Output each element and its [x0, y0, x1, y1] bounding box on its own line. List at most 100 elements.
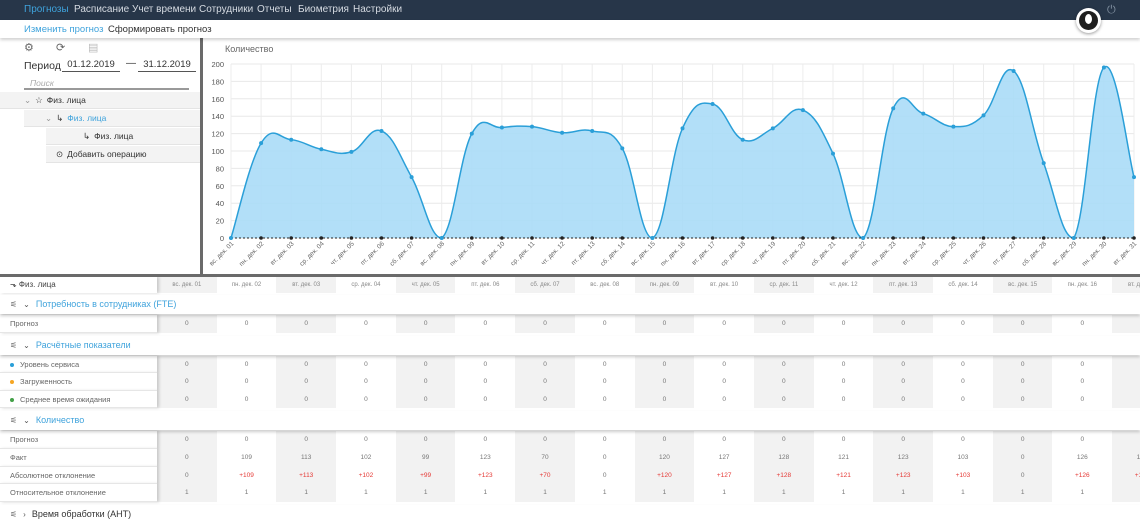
forecast-point: [1102, 236, 1106, 240]
legend-dot-icon: [10, 362, 14, 367]
table-cell: 0: [961, 395, 965, 403]
table-cell: 0: [1080, 360, 1085, 368]
search-input[interactable]: Поиск: [24, 78, 189, 90]
table-cell: 0: [873, 373, 934, 391]
nav-item[interactable]: Учет времени: [132, 4, 196, 15]
chevron-down-icon[interactable]: ⌄: [24, 95, 31, 105]
table-cell: 103: [957, 454, 969, 461]
table-cell: 0: [992, 431, 1053, 449]
table-cell: 1: [276, 484, 337, 502]
table-cell: +70: [515, 466, 575, 485]
x-tick-label: пн. дек. 16: [659, 240, 687, 268]
fact-point: [831, 151, 835, 156]
table-cell: 0: [276, 373, 337, 391]
table-cell: 0: [395, 355, 456, 374]
nav-item[interactable]: Прогнозы: [24, 4, 69, 15]
forecast-point: [259, 236, 263, 240]
y-tick-label: 40: [216, 199, 224, 208]
fact-point: [259, 141, 264, 146]
tree-item-group[interactable]: ⌄ ↳ Физ. лица: [24, 110, 200, 127]
tree-item-leaf[interactable]: ↳ Физ. лица: [46, 128, 200, 145]
table-cell: 1: [992, 484, 1053, 502]
chevron-down-icon[interactable]: ⌄: [23, 416, 30, 425]
chevron-down-icon[interactable]: ⌄: [23, 341, 30, 350]
edit-forecast-link[interactable]: Изменить прогноз: [24, 24, 103, 35]
section-header[interactable]: ⚟ ⌄ Расчётные показатели: [0, 335, 1140, 355]
fact-point: [319, 147, 324, 152]
nav-item[interactable]: Отчеты: [257, 4, 292, 15]
row-divider: [0, 372, 157, 374]
forecast-point: [289, 236, 293, 240]
nav-item[interactable]: Настройки: [353, 4, 402, 15]
table-cell: 0: [961, 378, 965, 386]
column-header: чт. дек. 05: [395, 277, 456, 293]
forecast-point: [349, 236, 354, 240]
section-header[interactable]: ⚟ ⌄ Потребность в сотрудниках (FTE): [0, 295, 1140, 314]
settings-icon[interactable]: ⚙: [24, 41, 34, 54]
row-label-text: Относительное отклонение: [10, 488, 106, 498]
chevron-down-icon[interactable]: ⌄: [23, 300, 30, 309]
table-cell: +154: [1112, 466, 1140, 485]
table-cell: 0: [483, 320, 488, 327]
nav-item[interactable]: Биометрия: [298, 4, 349, 15]
nav-item[interactable]: Расписание: [74, 4, 129, 15]
table-cell: 121: [838, 454, 849, 461]
fact-point: [349, 149, 354, 154]
fact-point: [921, 111, 926, 116]
row-divider: [0, 448, 157, 449]
x-tick-label: сб. дек. 21: [809, 239, 837, 267]
chart-toggle-icon[interactable]: ⚟: [10, 510, 17, 519]
row-divider: [0, 331, 157, 333]
table-cell: 0: [722, 436, 726, 444]
x-tick-label: вт. дек. 31: [1112, 240, 1139, 267]
forecast-point: [620, 236, 625, 240]
table-cell: 0: [602, 471, 607, 479]
x-tick-label: вс. дек. 29: [1051, 240, 1078, 267]
table-cell: 0: [364, 360, 368, 368]
table-cell: 0: [483, 360, 488, 368]
top-nav: Прогнозы Расписание Учет времени Сотрудники…: [0, 0, 1140, 20]
table-cell: 1: [483, 489, 488, 497]
table-cell: 0: [961, 436, 965, 444]
y-tick-label: 20: [216, 217, 224, 226]
date-from-input[interactable]: 01.12.2019: [62, 59, 120, 72]
tree-item-root[interactable]: ⌄ ☆ Физ. лица: [0, 92, 200, 109]
generate-forecast-link[interactable]: Сформировать прогноз: [108, 24, 212, 35]
x-tick-label: сб. дек. 28: [1020, 239, 1048, 267]
add-operation-button[interactable]: ⊙ Добавить операцию: [46, 146, 200, 163]
table-cell: 123: [479, 454, 491, 461]
chart-toggle-icon[interactable]: ⚟: [10, 341, 17, 350]
nav-item[interactable]: Сотрудники: [199, 4, 253, 15]
chart-toggle-icon[interactable]: ⚟: [10, 300, 17, 309]
table-cell: +99: [395, 466, 456, 485]
save-icon[interactable]: ▤: [88, 41, 98, 54]
table-cell: +109: [239, 471, 254, 479]
table-cell: 0: [992, 315, 1053, 333]
row-label-text: Уровень сервиса: [20, 359, 80, 369]
date-to-input[interactable]: 31.12.2019: [138, 59, 196, 72]
forecast-point: [951, 236, 956, 240]
logout-icon[interactable]: ⏻: [1107, 4, 1116, 17]
chevron-down-icon[interactable]: ⌄: [45, 113, 52, 123]
forecast-point: [831, 236, 835, 240]
x-tick-label: сб. дек. 07: [388, 239, 416, 267]
refresh-icon[interactable]: ⟳: [56, 41, 65, 54]
chart-toggle-icon[interactable]: ⚟: [10, 416, 17, 425]
row-divider: [0, 500, 157, 502]
section-header[interactable]: ⚟ ⌄ Количество: [0, 411, 1140, 431]
table-cell: 0: [602, 436, 607, 444]
user-avatar[interactable]: [1076, 8, 1101, 33]
section-header[interactable]: ⚟ › Время обработки (AHT): [0, 504, 1140, 521]
column-header: пн. дек. 16: [1067, 282, 1098, 288]
fact-point: [770, 126, 775, 131]
table-cell: 0: [483, 395, 488, 403]
table-cell: 1: [754, 484, 814, 502]
table-cell: 0: [841, 378, 846, 386]
table-cell: 0: [992, 390, 1053, 409]
table-cell: 128: [754, 449, 814, 467]
chevron-right-icon[interactable]: ›: [23, 510, 26, 519]
x-tick-label: пт. дек. 06: [359, 240, 386, 267]
add-circle-icon: ⊙: [56, 149, 64, 159]
date-separator: —: [126, 58, 136, 69]
table-cell: 99: [395, 449, 456, 467]
